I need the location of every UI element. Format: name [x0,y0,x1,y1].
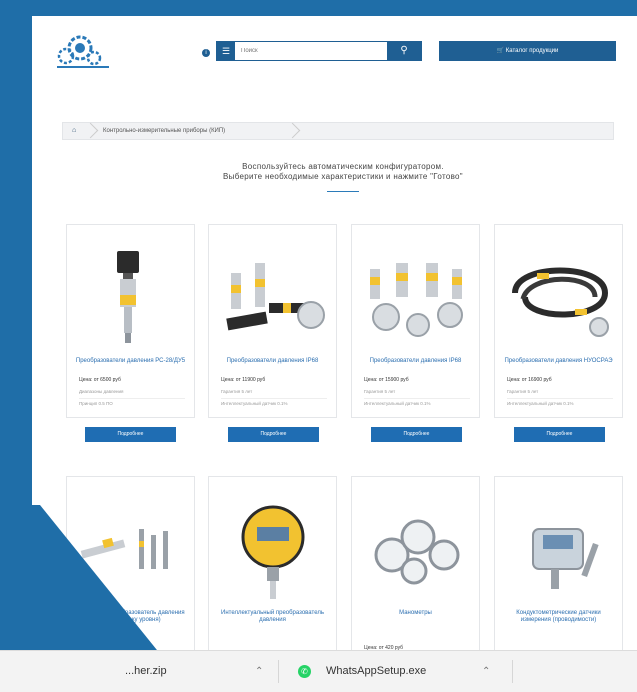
product-card[interactable]: Преобразователи давления РС-28/ДУ5 Цена:… [66,224,195,418]
product-image [512,267,609,337]
catalog-button[interactable]: 🛒 Каталог продукции [439,41,616,61]
intro-divider [327,191,359,192]
product-card[interactable]: Преобразователи давления НУОСРАЭ Цена: о… [494,224,623,418]
info-icon[interactable]: i [202,49,210,57]
product-meta: Интеллектуальный датчик 0.1% [221,401,288,406]
product-meta: Гарантия 5 лет [507,389,539,394]
product-image [226,263,325,331]
details-button[interactable]: Подробнее [85,427,176,442]
download-divider [278,660,279,683]
divider [221,398,327,399]
configurator-intro: Воспользуйтесь автоматическим конфигурат… [132,162,554,182]
product-title[interactable]: Преобразователи давления НУОСРАЭ [501,358,616,365]
search-input[interactable] [237,42,391,60]
search-bar: ☰ ⚲ [216,41,422,61]
product-title[interactable]: Преобразователи давления РС-28/ДУ5 [73,358,188,365]
product-meta: Гарантия 5 лет [221,389,253,394]
product-image [374,519,460,585]
product-meta: Интеллектуальный датчик 0.1% [507,401,574,406]
whatsapp-icon: ✆ [298,665,311,678]
download-divider [512,660,513,683]
intro-line-1: Воспользуйтесь автоматическим конфигурат… [242,162,444,171]
product-meta: Гарантия 5 лет [364,389,396,394]
divider [79,398,185,399]
details-button[interactable]: Подробнее [514,427,605,442]
product-title[interactable]: Преобразователи давления IP68 [358,358,473,365]
chevron-up-icon[interactable]: ⌃ [482,651,490,692]
menu-icon[interactable]: ☰ [217,42,235,60]
download-bar: ...her.zip ⌃ ✆ WhatsAppSetup.exe ⌃ [0,650,637,692]
product-title[interactable]: Кондуктометрические датчики измерения (п… [501,610,616,624]
intro-line-2: Выберите необходимые характеристики и на… [223,172,463,181]
product-price: Цена: от 15900 руб [364,377,409,383]
details-button[interactable]: Подробнее [228,427,319,442]
product-image [532,528,599,589]
catalog-button-label: Каталог продукции [505,48,559,54]
download-item[interactable]: ✆ WhatsAppSetup.exe ⌃ [298,651,498,692]
product-card[interactable]: Преобразователи давления IP68 Цена: от 1… [351,224,480,418]
product-price: Цена: от 6500 руб [79,377,121,383]
divider [507,398,613,399]
download-item[interactable]: ...her.zip ⌃ [125,651,265,692]
breadcrumb-separator [82,122,99,139]
home-icon[interactable]: ⌂ [72,123,76,139]
search-icon: ⚲ [400,45,408,56]
details-button[interactable]: Подробнее [371,427,462,442]
product-price: Цена: от 11900 руб [221,377,266,383]
product-meta: Интеллектуальный датчик 0.1% [364,401,431,406]
product-title[interactable]: Преобразователи давления IP68 [215,358,330,365]
download-filename: WhatsAppSetup.exe [326,665,427,677]
breadcrumb-item[interactable]: Контрольно-измерительные приборы (КИП) [103,123,225,139]
search-button[interactable]: ⚲ [387,42,421,60]
chevron-up-icon[interactable]: ⌃ [255,651,263,692]
product-meta: Принцип 0.5 ПО [79,401,113,406]
product-title[interactable]: Манометры [358,610,473,617]
breadcrumb: ⌂ Контрольно-измерительные приборы (КИП) [62,122,614,140]
product-image [117,251,139,343]
product-card[interactable]: Преобразователи давления IP68 Цена: от 1… [208,224,337,418]
company-logo[interactable] [54,30,114,74]
divider [364,398,470,399]
product-meta: Диапазоны давления [79,389,124,394]
product-image [370,263,463,337]
cart-icon: 🛒 [496,48,505,54]
breadcrumb-separator [284,122,301,139]
download-filename: ...her.zip [125,665,167,677]
product-price: Цена: от 16900 руб [507,377,552,383]
